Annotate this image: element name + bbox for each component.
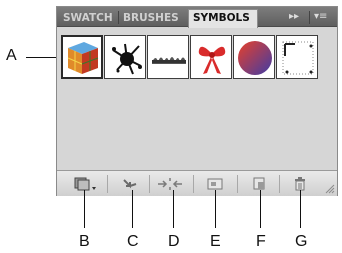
toolbar-divider bbox=[193, 175, 194, 193]
library-icon bbox=[74, 177, 96, 191]
callout-leader-g bbox=[300, 190, 301, 228]
place-symbol-instance-button[interactable] bbox=[119, 175, 141, 193]
callout-label-e: E bbox=[210, 233, 221, 250]
colored-cube-icon bbox=[67, 42, 99, 74]
symbol-swatch[interactable] bbox=[104, 35, 146, 79]
callout-label-c: C bbox=[127, 233, 139, 250]
corner-frame-icon bbox=[282, 41, 314, 75]
callout-label-g: G bbox=[295, 233, 308, 250]
resize-grip-icon[interactable] bbox=[325, 184, 335, 194]
symbols-panel: SWATCH BRUSHES SYMBOLS ▸▸ ▾≡ bbox=[56, 6, 338, 196]
ink-splat-icon bbox=[112, 43, 142, 75]
gradient-sphere-icon bbox=[238, 41, 272, 75]
callout-leader-c bbox=[132, 190, 133, 228]
toolbar-divider bbox=[237, 175, 238, 193]
callout-label-f: F bbox=[256, 233, 266, 250]
red-ribbon-bow-icon bbox=[198, 46, 226, 74]
collapse-panel-icon[interactable]: ▸▸ bbox=[289, 11, 299, 23]
callout-leader-e bbox=[215, 190, 216, 228]
tab-symbols[interactable]: SYMBOLS bbox=[188, 9, 258, 28]
toolbar-divider bbox=[149, 175, 150, 193]
break-link-icon bbox=[158, 178, 182, 190]
tab-divider bbox=[309, 11, 310, 24]
symbol-swatch[interactable] bbox=[147, 35, 189, 79]
callout-leader-d bbox=[173, 190, 174, 228]
symbol-swatch[interactable] bbox=[233, 35, 275, 79]
callout-leader-f bbox=[260, 190, 261, 228]
callout-label-b: B bbox=[79, 233, 90, 250]
toolbar-divider bbox=[279, 175, 280, 193]
place-arrow-icon bbox=[123, 179, 137, 189]
symbol-grid bbox=[61, 35, 318, 91]
symbol-libraries-menu-button[interactable] bbox=[71, 175, 99, 193]
callout-label-a: A bbox=[6, 47, 17, 64]
toolbar-divider bbox=[107, 175, 108, 193]
tab-swatches[interactable]: SWATCH bbox=[59, 10, 117, 27]
callout-leader-b bbox=[84, 190, 85, 228]
symbol-swatch[interactable] bbox=[190, 35, 232, 79]
callout-label-d: D bbox=[168, 233, 180, 250]
grass-tuft-icon bbox=[152, 57, 186, 64]
symbol-swatch[interactable] bbox=[61, 35, 103, 79]
panel-menu-icon[interactable]: ▾≡ bbox=[314, 11, 327, 23]
symbol-swatch[interactable] bbox=[276, 35, 318, 79]
break-link-button[interactable] bbox=[155, 175, 185, 193]
tab-brushes[interactable]: BRUSHES bbox=[119, 10, 187, 27]
panel-tab-bar: SWATCH BRUSHES SYMBOLS ▸▸ ▾≡ bbox=[57, 7, 337, 28]
panel-bottom-toolbar bbox=[57, 170, 337, 196]
